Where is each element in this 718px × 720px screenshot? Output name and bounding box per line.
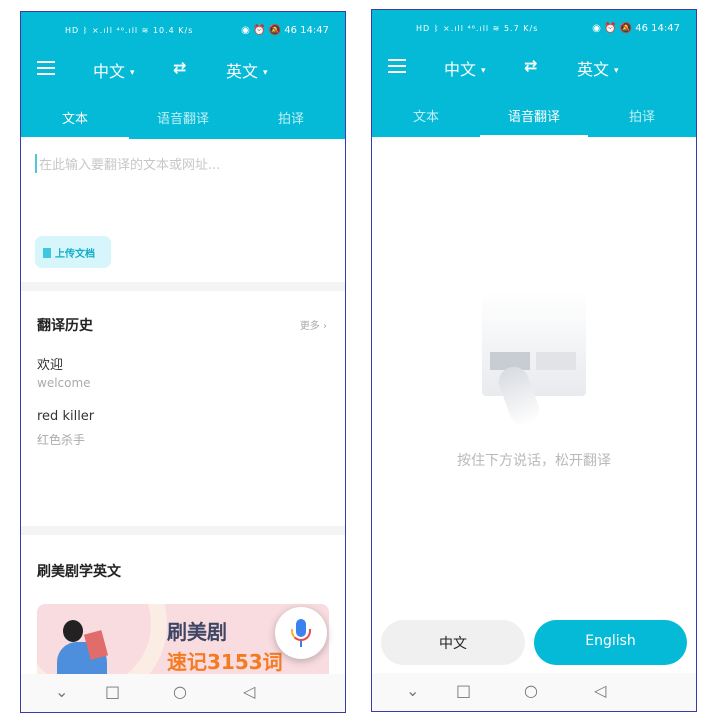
key-icon [536, 352, 576, 370]
tab-text[interactable]: 文本 [372, 102, 480, 137]
status-left-icons: HD ᛒ ×.ıll ⁴⁶.ıll ≋ 10.4 K/s [65, 26, 193, 35]
home-icon[interactable]: ○ [173, 682, 187, 701]
promo-title: 刷美剧学英文 [37, 564, 121, 580]
chevron-down-icon: ▾ [130, 67, 135, 78]
chevron-down-icon: ▾ [614, 65, 619, 76]
illustration-head [63, 620, 83, 642]
system-nav-bar: ⌄ □ ○ ◁ [372, 673, 696, 711]
tab-voice[interactable]: 语音翻译 [480, 102, 588, 138]
clock: 14:47 [300, 25, 329, 36]
network-icons: HD ᛒ ×.ıll ⁴⁶.ıll ≋ [65, 26, 150, 35]
home-icon[interactable]: ○ [524, 681, 538, 700]
history-more-link[interactable]: 更多 › [300, 317, 327, 332]
chevron-down-icon: ▾ [481, 65, 486, 76]
app-header: HD ᛒ ×.ıll ⁴⁶.ıll ≋ 5.7 K/s ◉ ⏰ 🔕 46 14:… [372, 10, 696, 138]
status-right: ◉ ⏰ 🔕 46 14:47 [241, 25, 329, 36]
chevron-down-icon: ▾ [263, 67, 268, 78]
toolbar: 中文 ▾ ⇄ 英文 ▾ [21, 56, 345, 84]
collapse-icon[interactable]: ⌄ [406, 681, 419, 700]
source-lang-label: 中文 [93, 62, 126, 81]
source-language-select[interactable]: 中文 ▾ [93, 58, 135, 82]
app-header: HD ᛒ ×.ıll ⁴⁶.ıll ≋ 10.4 K/s ◉ ⏰ 🔕 46 14… [21, 12, 345, 140]
tab-photo[interactable]: 拍译 [588, 102, 696, 137]
voice-translate-screen: HD ᛒ ×.ıll ⁴⁶.ıll ≋ 5.7 K/s ◉ ⏰ 🔕 46 14:… [371, 9, 697, 712]
source-lang-label: 中文 [444, 60, 477, 79]
status-left-icons: HD ᛒ ×.ıll ⁴⁶.ıll ≋ 5.7 K/s [416, 24, 538, 33]
status-bar: HD ᛒ ×.ıll ⁴⁶.ıll ≋ 10.4 K/s ◉ ⏰ 🔕 46 14… [21, 24, 345, 40]
press-to-talk-illustration [482, 292, 586, 430]
speak-chinese-button[interactable]: 中文 [381, 620, 525, 665]
target-lang-label: 英文 [577, 60, 610, 79]
divider [21, 526, 345, 535]
upload-document-button[interactable]: 上传文档 [35, 236, 111, 268]
tab-text[interactable]: 文本 [21, 104, 129, 140]
voice-hint: 按住下方说话，松开翻译 [457, 453, 611, 469]
finger-icon [494, 362, 544, 430]
collapse-icon[interactable]: ⌄ [55, 682, 68, 701]
recents-icon[interactable]: □ [456, 681, 471, 700]
source-language-select[interactable]: 中文 ▾ [444, 56, 486, 80]
system-nav-bar: ⌄ □ ○ ◁ [21, 674, 345, 712]
hamburger-icon[interactable] [388, 59, 406, 73]
hamburger-icon[interactable] [37, 61, 55, 75]
status-bar: HD ᛒ ×.ıll ⁴⁶.ıll ≋ 5.7 K/s ◉ ⏰ 🔕 46 14:… [372, 22, 696, 38]
network-icons: HD ᛒ ×.ıll ⁴⁶.ıll ≋ [416, 24, 501, 33]
recents-icon[interactable]: □ [105, 682, 120, 701]
speak-english-button[interactable]: English [534, 620, 687, 665]
text-translate-screen: HD ᛒ ×.ıll ⁴⁶.ıll ≋ 10.4 K/s ◉ ⏰ 🔕 46 14… [20, 11, 346, 713]
target-language-select[interactable]: 英文 ▾ [226, 58, 268, 82]
history-title: 翻译历史 [37, 318, 93, 334]
tab-photo[interactable]: 拍译 [237, 104, 345, 139]
clock: 14:47 [651, 23, 680, 34]
microphone-button[interactable] [275, 607, 327, 659]
status-right: ◉ ⏰ 🔕 46 14:47 [592, 23, 680, 34]
target-language-select[interactable]: 英文 ▾ [577, 56, 619, 80]
history-item-target[interactable]: welcome [37, 376, 91, 390]
tab-bar: 文本 语音翻译 拍译 [372, 102, 696, 138]
network-speed: 10.4 K/s [152, 26, 194, 35]
status-icons: ◉ ⏰ 🔕 46 [592, 23, 648, 34]
history-item-source[interactable]: 欢迎 [37, 354, 63, 373]
swap-languages-icon[interactable]: ⇄ [524, 56, 537, 75]
microphone-stem [300, 641, 302, 647]
document-icon [43, 248, 51, 258]
tab-bar: 文本 语音翻译 拍译 [21, 104, 345, 140]
upload-label: 上传文档 [55, 249, 95, 260]
history-item-target[interactable]: 红色杀手 [37, 431, 85, 448]
translate-input[interactable]: 在此输入要翻译的文本或网址... [35, 154, 220, 173]
back-icon[interactable]: ◁ [243, 682, 255, 701]
swap-languages-icon[interactable]: ⇄ [173, 58, 186, 77]
banner-line2: 速记3153词 [167, 650, 283, 674]
target-lang-label: 英文 [226, 62, 259, 81]
back-icon[interactable]: ◁ [594, 681, 606, 700]
tab-voice[interactable]: 语音翻译 [129, 104, 237, 139]
history-item-source[interactable]: red killer [37, 409, 94, 424]
toolbar: 中文 ▾ ⇄ 英文 ▾ [372, 54, 696, 82]
divider [21, 282, 345, 291]
status-icons: ◉ ⏰ 🔕 46 [241, 25, 297, 36]
banner-line1: 刷美剧 [167, 620, 227, 644]
network-speed: 5.7 K/s [503, 24, 539, 33]
microphone-capsule [296, 619, 306, 637]
